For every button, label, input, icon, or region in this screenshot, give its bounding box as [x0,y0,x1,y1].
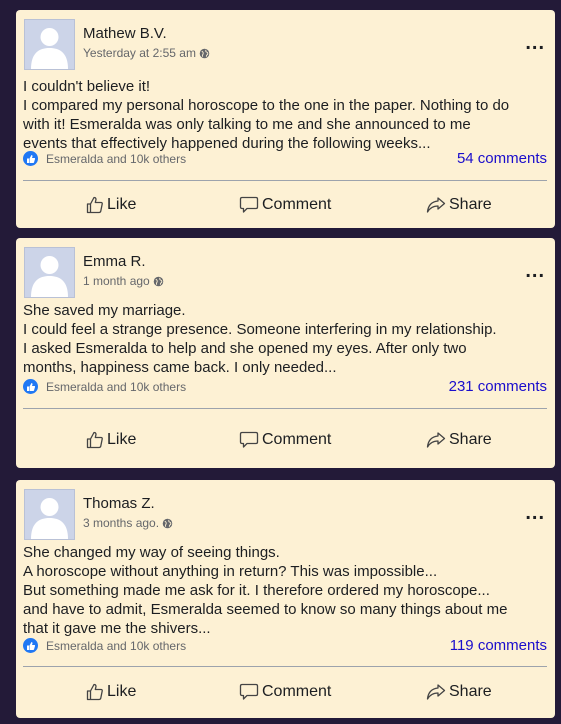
like-badge-icon [23,638,38,653]
divider [23,666,547,667]
reactions-summary[interactable]: Esmeralda and 10k others [23,151,186,166]
author-name[interactable]: Thomas Z. [83,495,155,512]
author-name[interactable]: Mathew B.V. [83,25,167,42]
thumbs-up-icon [86,196,103,214]
globe-icon [199,48,210,58]
share-arrow-icon [426,432,446,448]
share-arrow-icon [426,684,446,700]
reactions-text: Esmeralda and 10k others [46,151,187,166]
post-time: 1 month ago [83,274,164,288]
avatar[interactable] [24,247,75,298]
post-time: 3 months ago. [83,516,173,530]
post-time-text: Yesterday at 2:55 am [83,46,196,60]
post-actions: Like Comment Share [16,431,555,455]
post-card: Mathew B.V. Yesterday at 2:55 am ... I c… [16,10,555,228]
share-button[interactable]: Share [426,196,492,214]
share-arrow-icon [426,197,446,213]
more-options-button[interactable]: ... [525,261,545,281]
speech-bubble-icon [239,196,259,213]
avatar[interactable] [24,489,75,540]
post-text: She changed my way of seeing things. A h… [23,543,547,638]
post-actions: Like Comment Share [16,196,555,220]
post-text-line: with it! Esmeralda was only talking to m… [23,116,471,133]
post-text-line: I asked Esmeralda to help and she opened… [23,340,467,357]
post-text-line: I couldn't believe it! [23,78,151,95]
like-button[interactable]: Like [86,683,136,701]
like-button[interactable]: Like [86,196,136,214]
share-button[interactable]: Share [426,683,492,701]
reactions-summary[interactable]: Esmeralda and 10k others [23,379,186,394]
like-label: Like [107,431,137,448]
post-card: Thomas Z. 3 months ago. ... She changed … [16,480,555,718]
divider [23,408,547,409]
share-button[interactable]: Share [426,431,492,449]
more-options-button[interactable]: ... [525,33,545,53]
comments-count-link[interactable]: 119 comments [450,637,547,654]
comments-count-link[interactable]: 54 comments [457,150,547,167]
post-text-line: But something made me ask for it. I ther… [23,582,490,599]
comment-button[interactable]: Comment [239,196,331,214]
share-label: Share [449,683,492,700]
post-actions: Like Comment Share [16,683,555,707]
divider [23,180,547,181]
like-label: Like [107,683,137,700]
post-time-text: 1 month ago [83,274,150,288]
reactions-text: Esmeralda and 10k others [46,379,187,394]
comment-button[interactable]: Comment [239,683,331,701]
like-button[interactable]: Like [86,431,136,449]
post-text-line: A horoscope without anything in return? … [23,563,438,580]
post-text-line: months, happiness came back. I only need… [23,359,337,376]
post-time: Yesterday at 2:55 am [83,46,210,60]
share-label: Share [449,196,492,213]
post-text: I couldn't believe it! I compared my per… [23,77,547,153]
like-badge-icon [23,379,38,394]
post-card: Emma R. 1 month ago ... She saved my mar… [16,238,555,468]
post-text-line: I compared my personal horoscope to the … [23,97,510,114]
more-options-button[interactable]: ... [525,503,545,523]
reactions-summary[interactable]: Esmeralda and 10k others [23,638,186,653]
post-text-line: I could feel a strange presence. Someone… [23,321,497,338]
comment-label: Comment [262,683,332,700]
post-text-line: and have to admit, Esmeralda seemed to k… [23,601,508,618]
comment-label: Comment [262,196,332,213]
share-label: Share [449,431,492,448]
post-text-line: that it gave me the shivers... [23,620,211,637]
speech-bubble-icon [239,683,259,700]
speech-bubble-icon [239,431,259,448]
thumbs-up-icon [86,683,103,701]
avatar[interactable] [24,19,75,70]
globe-icon [153,276,163,286]
like-badge-icon [23,151,38,166]
like-label: Like [107,196,137,213]
comments-count-link[interactable]: 231 comments [449,378,547,395]
thumbs-up-icon [86,431,103,449]
post-text-line: She saved my marriage. [23,302,186,319]
reactions-text: Esmeralda and 10k others [46,638,187,653]
post-text: She saved my marriage. I could feel a st… [23,301,547,377]
post-time-text: 3 months ago. [83,516,160,530]
comment-label: Comment [262,431,332,448]
comment-button[interactable]: Comment [239,431,331,449]
globe-icon [162,518,173,528]
post-text-line: She changed my way of seeing things. [23,544,280,561]
author-name[interactable]: Emma R. [83,253,146,270]
